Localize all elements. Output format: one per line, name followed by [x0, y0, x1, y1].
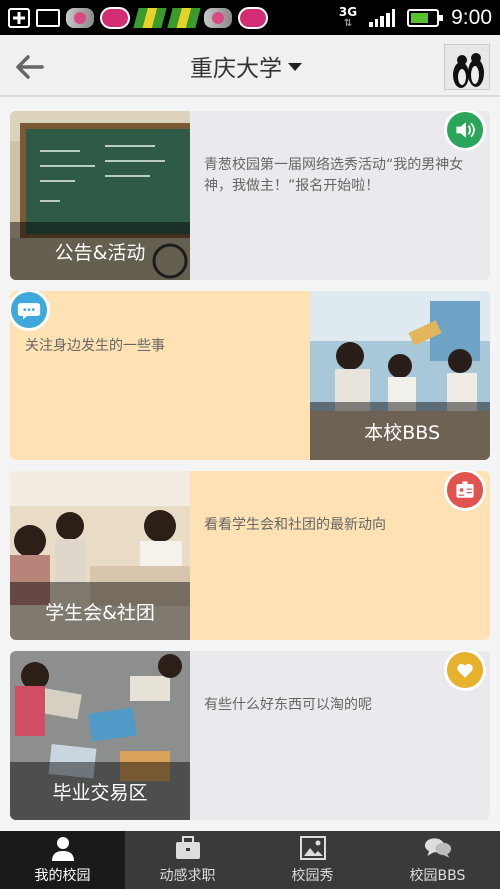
- briefcase-icon: [174, 835, 202, 861]
- card-label: 学生会&社团: [10, 582, 190, 640]
- student-union-photo: 学生会&社团: [10, 471, 190, 640]
- picture-icon: [299, 835, 327, 861]
- tab-my-campus[interactable]: 我的校园: [0, 831, 125, 889]
- app-grid-notification-icon: [167, 7, 201, 28]
- user-avatar[interactable]: [444, 44, 490, 90]
- tab-label: 动感求职: [159, 868, 216, 884]
- back-arrow-icon: [16, 55, 44, 79]
- app-header: 重庆大学: [0, 35, 500, 97]
- school-selector[interactable]: 重庆大学: [190, 49, 302, 83]
- card-label: 公告&活动: [10, 222, 190, 280]
- card-graduation-market[interactable]: 毕业交易区 有些什么好东西可以淘的呢: [10, 651, 490, 820]
- card-bbs[interactable]: 关注身边发生的一些事 本校BBS: [10, 291, 490, 460]
- card-student-union[interactable]: 学生会&社团 看看学生会和社团的最新动向: [10, 471, 490, 640]
- status-bar: 3G ⇅ 9:00: [0, 0, 500, 35]
- tab-jobs[interactable]: 动感求职: [125, 831, 250, 889]
- back-button[interactable]: [12, 49, 48, 85]
- game-notification-icon: [204, 7, 232, 28]
- music-notification-icon: [238, 6, 268, 29]
- card-description: 青葱校园第一届网络选秀活动“我的男神女神，我做主！”报名开始啦！: [204, 157, 464, 194]
- announcements-photo: 公告&活动: [10, 111, 190, 280]
- battery-icon: [407, 8, 444, 27]
- tab-label: 我的校园: [34, 868, 91, 884]
- chat-bubbles-icon: [424, 835, 452, 861]
- card-description: 有些什么好东西可以淘的呢: [204, 697, 372, 713]
- music-notification-icon: [100, 6, 130, 29]
- id-card-badge: [444, 471, 486, 511]
- add-notification-icon: [8, 7, 30, 28]
- person-icon: [49, 835, 77, 861]
- chat-icon: [11, 292, 47, 328]
- bottom-navigation: 我的校园 动感求职 校园秀 校园BBS: [0, 831, 500, 889]
- tab-label: 校园秀: [291, 868, 334, 884]
- signal-icon: [369, 8, 396, 27]
- speaker-icon: [447, 112, 483, 148]
- graduation-market-photo: 毕业交易区: [10, 651, 190, 820]
- penguin-avatar-icon: [445, 45, 489, 89]
- network-type: 3G ⇅: [338, 4, 358, 29]
- card-announcements[interactable]: 公告&活动 青葱校园第一届网络选秀活动“我的男神女神，我做主！”报名开始啦！: [10, 111, 490, 280]
- card-label: 本校BBS: [310, 402, 490, 460]
- card-description: 关注身边发生的一些事: [25, 338, 165, 354]
- card-description: 看看学生会和社团的最新动向: [204, 517, 386, 533]
- heart-badge: [444, 651, 486, 691]
- tab-label: 校园BBS: [409, 868, 466, 884]
- id-card-icon: [447, 472, 483, 508]
- game-notification-icon: [66, 7, 94, 28]
- tab-campus-show[interactable]: 校园秀: [250, 831, 375, 889]
- card-label: 毕业交易区: [10, 762, 190, 820]
- clock: 9:00: [451, 5, 492, 29]
- notification-icons: [8, 5, 268, 30]
- app-grid-notification-icon: [133, 7, 167, 28]
- app-notification-icon: [36, 8, 60, 27]
- tab-campus-bbs[interactable]: 校园BBS: [375, 831, 500, 889]
- chat-badge: [10, 291, 50, 331]
- page-title: 重庆大学: [190, 56, 282, 82]
- chevron-down-icon: [288, 63, 302, 71]
- bbs-photo: 本校BBS: [310, 291, 490, 460]
- speaker-badge: [444, 111, 486, 151]
- heart-icon: [447, 652, 483, 688]
